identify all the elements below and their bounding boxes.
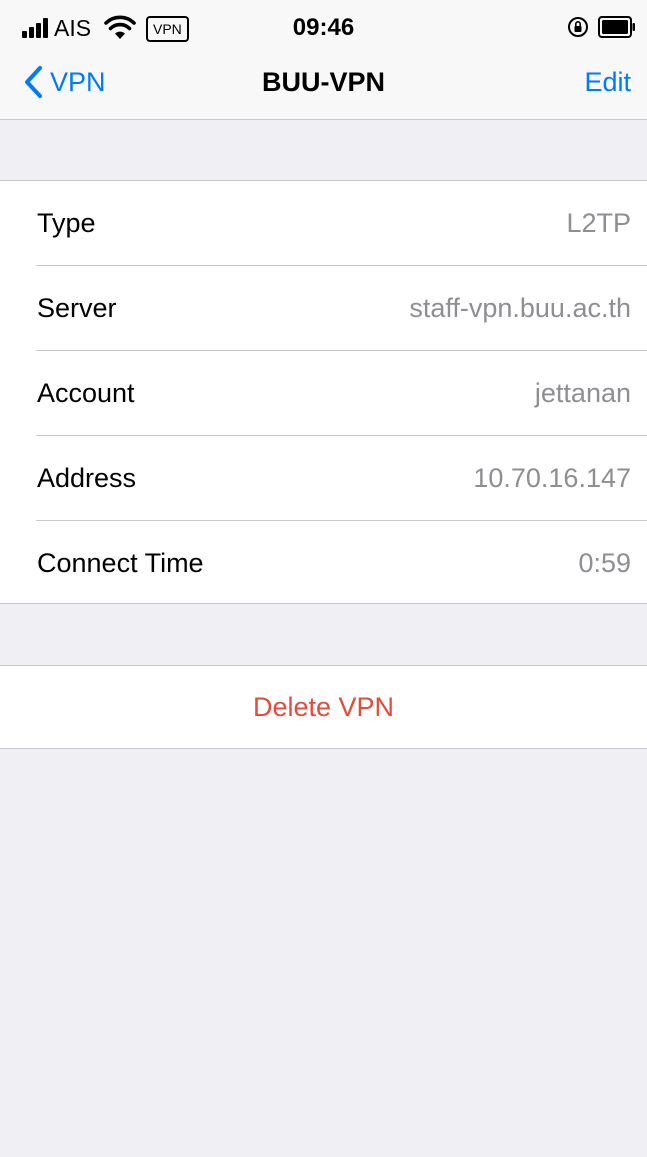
status-time: 09:46: [292, 14, 355, 41]
battery-icon: [598, 16, 635, 38]
detail-row-server: Server staff-vpn.buu.ac.th: [0, 266, 647, 351]
edit-button[interactable]: Edit: [584, 65, 631, 99]
detail-label: Account: [37, 378, 135, 408]
detail-label: Connect Time: [37, 548, 204, 578]
detail-value: staff-vpn.buu.ac.th: [409, 293, 631, 323]
detail-value: jettanan: [534, 378, 631, 408]
detail-row-address: Address 10.70.16.147: [0, 436, 647, 521]
navigation-bar: VPN BUU-VPN Edit: [0, 54, 647, 120]
detail-value: 10.70.16.147: [473, 463, 631, 493]
detail-row-connect-time: Connect Time 0:59: [0, 521, 647, 606]
rotation-lock-icon: [568, 17, 588, 37]
detail-value: L2TP: [566, 208, 631, 238]
vpn-details-group: Type L2TP Server staff-vpn.buu.ac.th Acc…: [0, 180, 647, 604]
detail-label: Address: [37, 463, 137, 493]
detail-row-account: Account jettanan: [0, 351, 647, 436]
top-bar: AIS VPN 09:46 VPN BUU-VPN Edit: [0, 0, 647, 120]
status-bar: AIS VPN 09:46: [0, 0, 647, 54]
detail-label: Type: [37, 208, 96, 238]
detail-value: 0:59: [578, 548, 631, 578]
detail-label: Server: [37, 293, 117, 323]
detail-row-type: Type L2TP: [0, 181, 647, 266]
page-title: BUU-VPN: [261, 67, 385, 97]
delete-vpn-label: Delete VPN: [252, 692, 395, 722]
delete-vpn-button[interactable]: Delete VPN: [0, 665, 647, 749]
